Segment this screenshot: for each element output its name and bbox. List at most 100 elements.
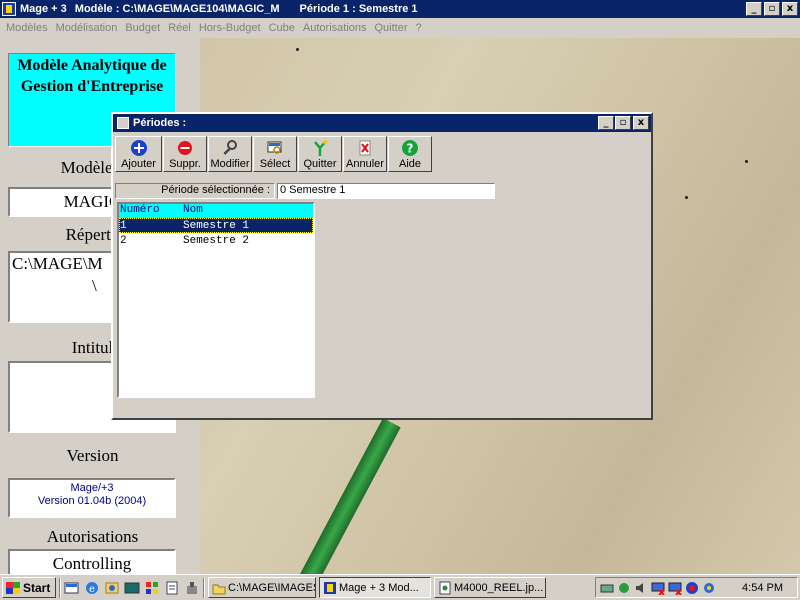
quit-button[interactable]: Quitter [298, 136, 342, 172]
menu-cube[interactable]: Cube [265, 22, 299, 34]
svg-text:?: ? [407, 142, 414, 156]
taskbar-separator [59, 577, 61, 598]
select-icon [266, 139, 284, 157]
antivirus-tray-icon[interactable] [685, 581, 699, 595]
menu-modeles[interactable]: Modèles [2, 22, 52, 34]
row-number: 1 [120, 219, 127, 232]
dialog-close-button[interactable]: x [633, 116, 649, 130]
selected-period-field[interactable]: 0 Semestre 1 [277, 183, 495, 199]
menu-hors-budget[interactable]: Hors-Budget [195, 22, 265, 34]
dialog-icon [117, 117, 129, 129]
task-image[interactable]: M4000_REEL.jp... [434, 577, 546, 598]
app-title: Mage + 3 [20, 3, 67, 15]
column-header-nom[interactable]: Nom [183, 204, 313, 218]
modify-button[interactable]: Modifier [208, 136, 252, 172]
menu-modelisation[interactable]: Modélisation [52, 22, 122, 34]
row-name: Semestre 2 [183, 234, 250, 247]
help-icon: ? [401, 139, 419, 157]
svg-text:e: e [89, 584, 95, 595]
dialog-titlebar: Périodes : _ ▫ x [113, 114, 651, 132]
table-row[interactable]: 2 Semestre 2 [119, 233, 313, 248]
green-stripe [275, 418, 401, 574]
volume-icon[interactable] [634, 581, 648, 595]
task-mage[interactable]: Mage + 3 Mod... [319, 577, 431, 598]
add-button-label: Ajouter [121, 158, 156, 170]
menu-help[interactable]: ? [412, 22, 426, 34]
delete-icon [176, 139, 194, 157]
terminal-icon[interactable] [124, 580, 140, 596]
row-name: Semestre 1 [183, 219, 250, 232]
version-box: Mage/+3 Version 01.04b (2004) [8, 478, 176, 518]
help-button-label: Aide [398, 158, 422, 170]
app-period: Période 1 : Semestre 1 [299, 3, 418, 15]
display-tray-icon[interactable] [651, 581, 665, 596]
folder-icon [212, 581, 226, 595]
network-tray-icon[interactable] [600, 581, 614, 595]
internet-explorer-icon[interactable]: e [84, 580, 100, 596]
exit-icon [311, 139, 329, 157]
selected-period-label: Période sélectionnée : [115, 183, 275, 199]
outlook-icon[interactable] [104, 580, 120, 596]
speck [685, 196, 688, 199]
quick-launch: e [64, 580, 200, 596]
settings-tray-icon[interactable] [702, 581, 716, 595]
label-version: Version [66, 446, 119, 465]
speck [745, 160, 748, 163]
cancel-button-label: Annuler [346, 158, 384, 170]
column-header-numero[interactable]: Numéro [119, 204, 183, 218]
add-button[interactable]: Ajouter [115, 136, 162, 172]
task-explorer-label: C:\MAGE\IMAGES [228, 581, 316, 594]
dialog-toolbar: Ajouter Suppr. Modifier Sélect Quitter A… [115, 136, 432, 172]
speck [296, 48, 299, 51]
help-button[interactable]: ? Aide [388, 136, 432, 172]
minimize-button[interactable]: _ [746, 2, 762, 16]
delete-button-label: Suppr. [169, 158, 201, 170]
start-label: Start [23, 580, 51, 595]
periods-grid[interactable]: Numéro Nom 1 Semestre 1 2 Semestre 2 [117, 202, 315, 398]
menu-bar: Modèles Modélisation Budget Réel Hors-Bu… [0, 18, 800, 38]
menu-autorisations[interactable]: Autorisations [299, 22, 371, 34]
periods-dialog: Périodes : _ ▫ x Ajouter Suppr. Modifier [111, 112, 653, 420]
restore-button[interactable]: ▫ [764, 2, 780, 16]
dialog-title: Périodes : [133, 117, 187, 129]
taskbar: Start e C:\MAGE\IMAGES Mage + 3 Mod... M… [0, 574, 800, 600]
label-autorisations: Autorisations [46, 527, 139, 546]
clock[interactable]: 4:54 PM [742, 582, 783, 594]
add-icon [130, 139, 148, 157]
select-button-label: Sélect [259, 158, 291, 170]
version-line-2: Version 01.04b (2004) [37, 495, 147, 507]
close-button[interactable]: x [782, 2, 798, 16]
app-titlebar: Mage + 3 Modèle : C:\MAGE\MAGE104\MAGIC_… [0, 0, 800, 18]
row-number: 2 [120, 234, 127, 247]
connection-tray-icon[interactable] [668, 581, 682, 596]
mage-app-icon [323, 581, 337, 595]
cancel-button[interactable]: Annuler [343, 136, 387, 172]
menu-budget[interactable]: Budget [121, 22, 164, 34]
network-icon[interactable] [144, 580, 160, 596]
document-icon[interactable] [164, 580, 180, 596]
cancel-icon [356, 139, 374, 157]
menu-quitter[interactable]: Quitter [371, 22, 412, 34]
show-desktop-icon[interactable] [64, 580, 80, 596]
task-explorer[interactable]: C:\MAGE\IMAGES [208, 577, 316, 598]
dialog-maximize-button[interactable]: ▫ [615, 116, 631, 130]
app-icon [2, 2, 16, 16]
grid-header: Numéro Nom [119, 204, 313, 218]
selected-period-row: Période sélectionnée : 0 Semestre 1 [115, 183, 495, 199]
dialog-minimize-button[interactable]: _ [598, 116, 614, 130]
sync-tray-icon[interactable] [617, 581, 631, 595]
quit-button-label: Quitter [303, 158, 337, 170]
wrench-icon [221, 139, 239, 157]
tools-icon[interactable] [184, 580, 200, 596]
delete-button[interactable]: Suppr. [163, 136, 207, 172]
windows-logo-icon [6, 581, 20, 594]
task-image-label: M4000_REEL.jp... [454, 581, 544, 594]
select-button[interactable]: Sélect [253, 136, 297, 172]
start-button[interactable]: Start [2, 577, 56, 598]
menu-reel[interactable]: Réel [164, 22, 195, 34]
table-row[interactable]: 1 Semestre 1 [119, 218, 313, 233]
system-tray: 4:54 PM [595, 577, 798, 598]
version-line-1: Mage/+3 [70, 482, 114, 494]
image-file-icon [438, 581, 452, 595]
app-model-path: Modèle : C:\MAGE\MAGE104\MAGIC_M [74, 3, 280, 15]
